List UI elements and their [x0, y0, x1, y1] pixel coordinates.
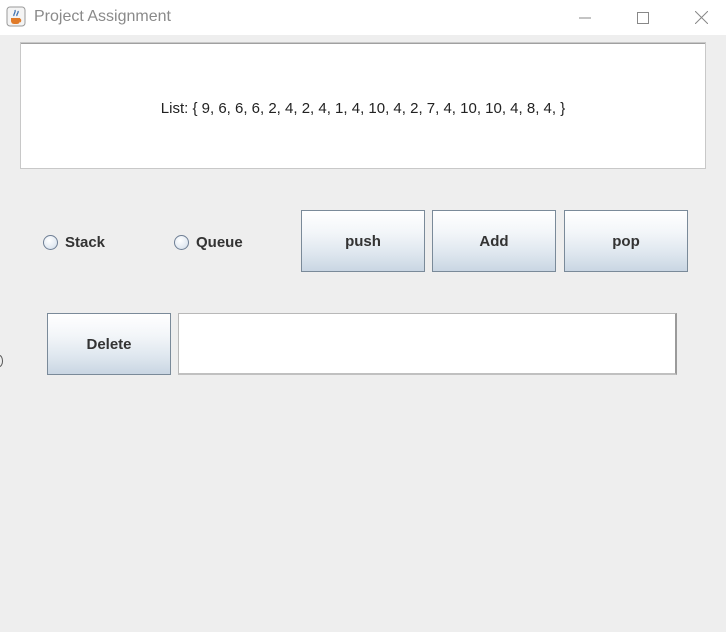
value-input-field[interactable]: [178, 313, 677, 375]
close-button[interactable]: [678, 0, 724, 35]
stack-radio-option[interactable]: Stack: [43, 233, 105, 251]
delete-button[interactable]: Delete: [47, 313, 171, 375]
queue-radio-label: Queue: [196, 233, 243, 251]
add-button[interactable]: Add: [432, 210, 556, 272]
queue-radio-button[interactable]: [174, 234, 189, 250]
stack-radio-button[interactable]: [43, 234, 58, 250]
maximize-icon: [637, 11, 649, 24]
java-cup-icon: [6, 6, 26, 27]
stack-radio-label: Stack: [65, 233, 106, 251]
close-icon: [694, 11, 708, 24]
push-button[interactable]: push: [301, 210, 425, 272]
minimize-button[interactable]: [562, 0, 608, 35]
window-title: Project Assignment: [34, 8, 171, 25]
title-bar: Project Assignment: [0, 0, 726, 35]
queue-radio-option[interactable]: Queue: [174, 233, 243, 251]
maximize-button[interactable]: [620, 0, 666, 35]
list-contents-label: List: { 9, 6, 6, 6, 2, 4, 2, 4, 1, 4, 10…: [160, 100, 566, 117]
edge-artifact: [0, 355, 3, 367]
pop-button[interactable]: pop: [564, 210, 688, 272]
minimize-icon: [579, 12, 591, 24]
list-display-panel: List: { 9, 6, 6, 6, 2, 4, 2, 4, 1, 4, 10…: [20, 42, 706, 169]
